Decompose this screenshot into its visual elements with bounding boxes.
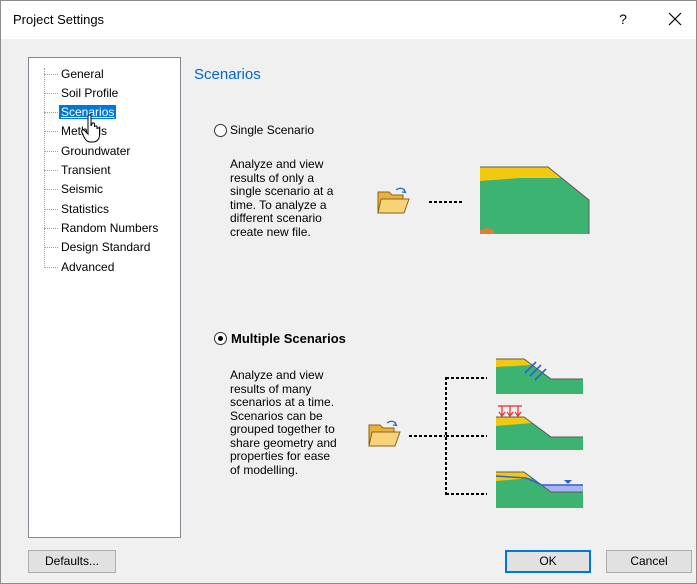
help-button[interactable]: ?	[613, 11, 633, 27]
slope-thumbnail-reinforcement	[496, 358, 583, 394]
slope-thumbnail-loading	[496, 405, 583, 450]
settings-nav-tree: General Soil Profile Scenarios Methods G…	[28, 57, 181, 538]
tree-item-label: Soil Profile	[61, 86, 119, 100]
tree-connector-line	[44, 68, 45, 268]
single-scenario-label[interactable]: Single Scenario	[230, 123, 314, 137]
tree-item-label: Advanced	[61, 260, 115, 274]
multiple-scenarios-description: Analyze and view results of many scenari…	[230, 368, 337, 477]
single-scenario-radio[interactable]	[214, 124, 227, 137]
tree-item-label: General	[61, 67, 104, 81]
dashed-connector	[429, 201, 463, 203]
title-bar: Project Settings ?	[1, 1, 696, 39]
dialog-title: Project Settings	[13, 12, 105, 27]
project-settings-dialog: Project Settings ? General Soil Profile …	[0, 0, 697, 584]
section-title: Scenarios	[194, 66, 261, 83]
scenario-branch-connectors	[409, 377, 487, 495]
tree-item-label: Seismic	[61, 182, 104, 196]
cancel-button[interactable]: Cancel	[606, 550, 692, 573]
multiple-scenarios-radio[interactable]	[214, 332, 227, 345]
tree-item-label: Statistics	[61, 202, 110, 216]
tree-item-label: Random Numbers	[61, 221, 159, 235]
single-scenario-description: Analyze and view results of only a singl…	[230, 157, 334, 239]
tree-item-label: Groundwater	[61, 144, 131, 158]
open-folder-icon	[368, 420, 401, 447]
open-folder-icon	[377, 187, 410, 214]
close-icon	[668, 12, 682, 26]
tree-item-label: Transient	[61, 163, 111, 177]
defaults-button[interactable]: Defaults...	[28, 550, 116, 573]
multiple-scenarios-label[interactable]: Multiple Scenarios	[231, 331, 346, 346]
slope-thumbnail-water-table	[495, 471, 583, 508]
slope-model-thumbnail	[480, 166, 590, 234]
close-button[interactable]	[663, 7, 687, 31]
ok-button[interactable]: OK	[505, 550, 591, 573]
tree-item-label: Design Standard	[61, 240, 151, 254]
hand-cursor-icon	[81, 114, 100, 143]
